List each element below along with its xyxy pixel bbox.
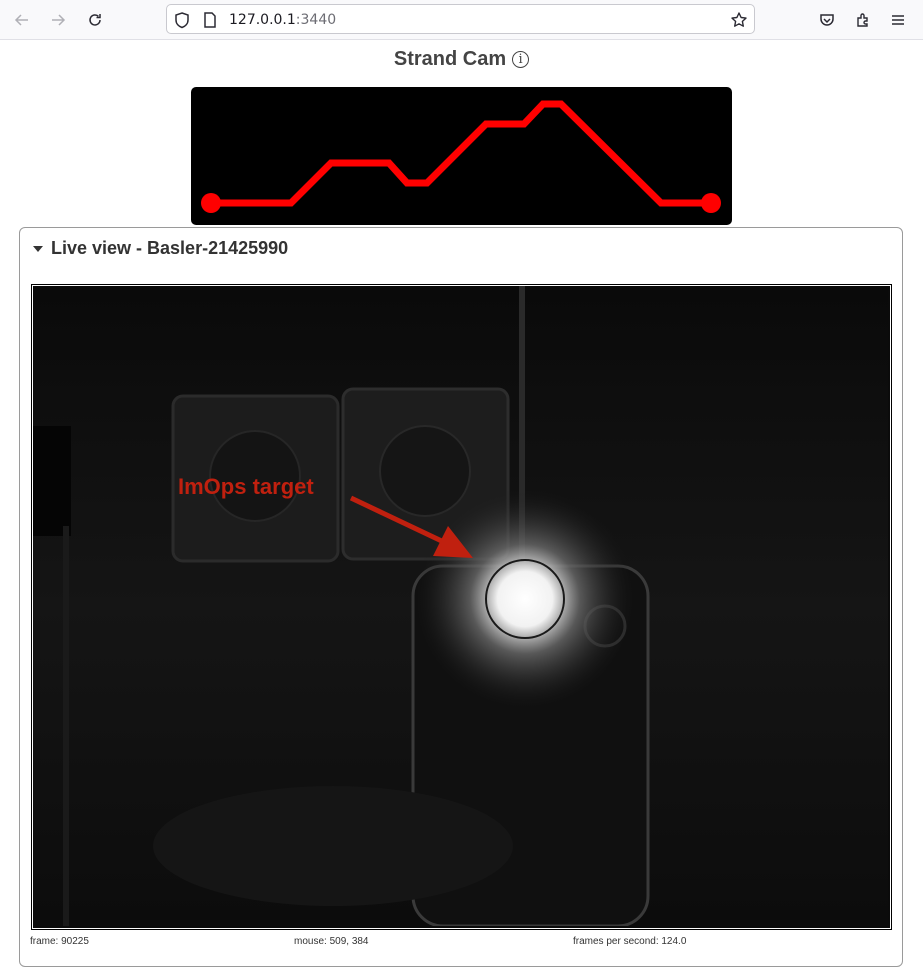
logo-graphic [201,100,721,213]
url-host: 127.0.0.1 [229,12,296,28]
page-icon[interactable] [201,11,219,29]
url-bar[interactable]: 127.0.0.1:3440 [166,4,755,34]
strand-cam-logo [191,87,732,225]
live-view-panel: Live view - Basler-21425990 ImOps target… [19,227,903,967]
camera-image[interactable]: ImOps target [33,286,890,928]
bookmark-star-icon[interactable] [730,11,748,29]
info-icon[interactable]: i [512,51,530,68]
browser-toolbar: 127.0.0.1:3440 [0,0,923,40]
url-text[interactable]: 127.0.0.1:3440 [229,12,336,28]
menu-icon[interactable] [885,7,911,33]
fps-readout: frames per second: 124.0 [573,936,687,947]
frame-counter: frame: 90225 [30,936,89,947]
live-view-canvas-frame: ImOps target [31,284,892,930]
reload-icon[interactable] [82,7,108,33]
page-title: Strand Cam i [0,48,923,71]
caret-down-icon[interactable] [33,245,43,252]
extensions-icon[interactable] [850,7,876,33]
annotation-label: ImOps target [178,474,314,499]
mouse-position: mouse: 509, 384 [294,936,369,947]
live-view-title: Live view - Basler-21425990 [51,238,289,258]
back-arrow-icon[interactable] [9,7,35,33]
page-title-text: Strand Cam [393,48,507,70]
live-view-summary[interactable]: Live view - Basler-21425990 [33,238,288,259]
url-port: :3440 [295,12,337,28]
forward-arrow-icon[interactable] [45,7,71,33]
shield-icon[interactable] [173,11,191,29]
camera-frame-graphic: ImOps target [33,286,888,928]
pocket-icon[interactable] [814,7,840,33]
